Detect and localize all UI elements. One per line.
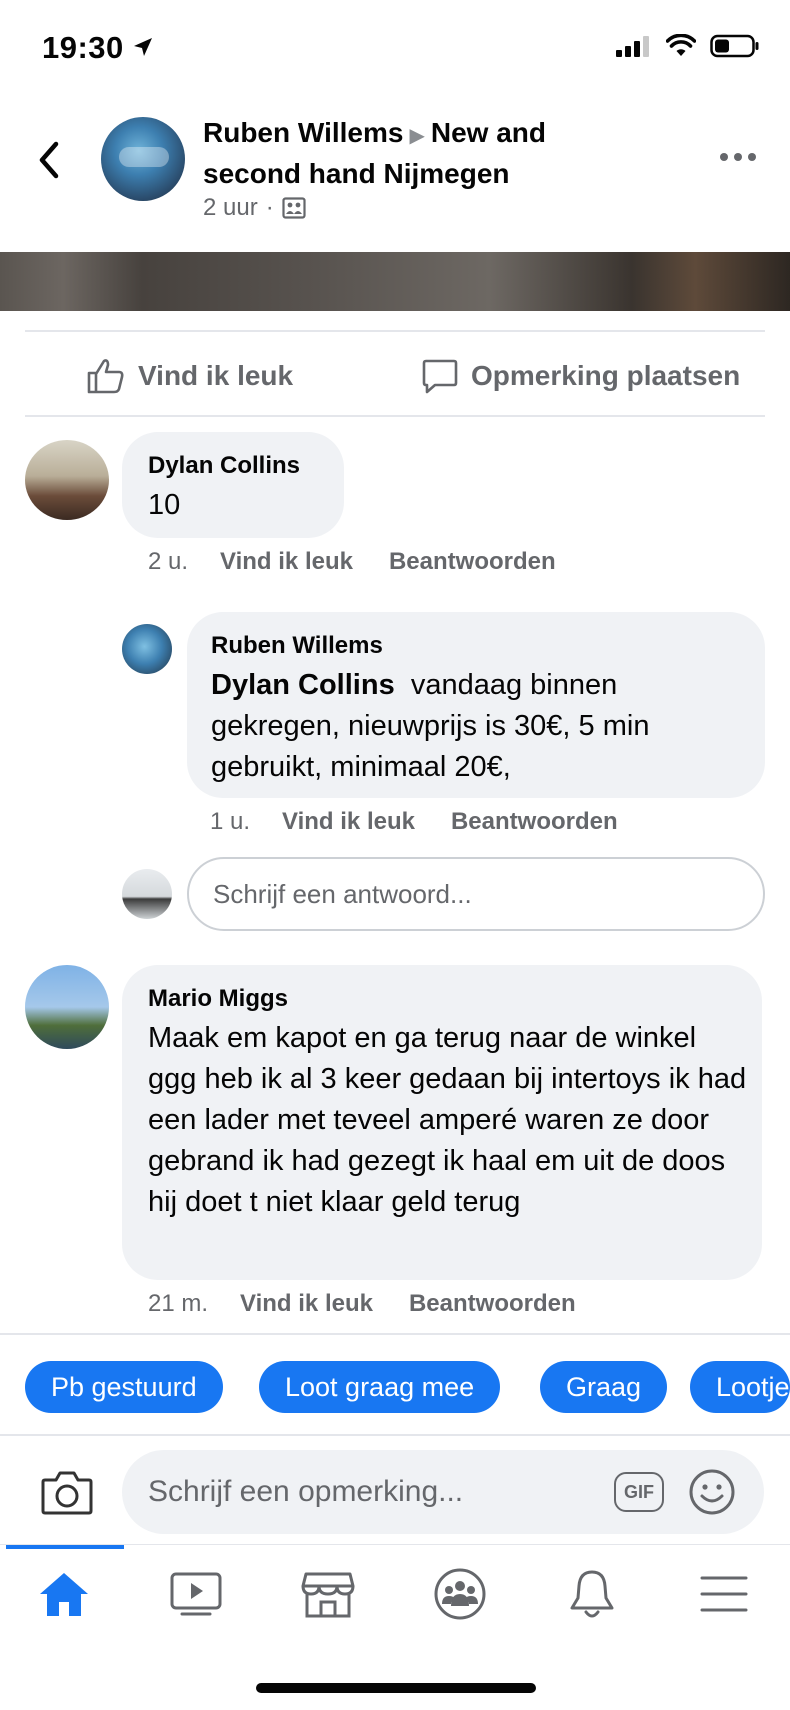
comment-label: Opmerking plaatsen	[471, 360, 741, 391]
comment-time[interactable]: 21 m.	[148, 1290, 208, 1318]
current-user-avatar	[122, 869, 172, 919]
divider	[0, 1333, 790, 1335]
post-time[interactable]: 2 uur	[203, 194, 258, 222]
triangle-icon: ▶	[409, 125, 425, 147]
comment-input[interactable]: Schrijf een opmerking...	[122, 1450, 764, 1534]
tab-home[interactable]	[36, 1566, 92, 1622]
commenter-name[interactable]: Dylan Collins	[148, 452, 300, 480]
divider	[25, 330, 765, 332]
quick-reply-chip[interactable]: Pb gestuurd	[25, 1361, 223, 1413]
active-tab-indicator	[6, 1545, 124, 1549]
reply-input[interactable]: Schrijf een antwoord...	[187, 857, 765, 931]
battery-icon	[710, 34, 759, 58]
tab-groups[interactable]	[432, 1566, 488, 1622]
groups-icon	[434, 1568, 486, 1620]
video-icon	[170, 1572, 222, 1616]
wifi-icon	[666, 34, 696, 56]
divider	[25, 415, 765, 417]
quick-reply-chip[interactable]: Graag	[540, 1361, 668, 1413]
reply-meta: 1 u. Vind ik leuk Beantwoorden	[210, 808, 618, 836]
comment-text: 10	[148, 489, 181, 521]
mention-link[interactable]: Dylan Collins	[211, 669, 395, 701]
post-meta: 2 uur ·	[203, 194, 306, 222]
notifications-icon	[570, 1570, 614, 1618]
post-image[interactable]	[0, 252, 790, 311]
meta-separator: ·	[265, 194, 274, 221]
comment-text: Maak em kapot en ga terug naar de winkel…	[148, 1022, 747, 1218]
back-icon[interactable]	[34, 140, 64, 180]
comment-reply-link[interactable]: Beantwoorden	[389, 548, 556, 576]
reply-author-name[interactable]: Ruben Willems	[211, 632, 383, 660]
tab-marketplace[interactable]	[300, 1566, 356, 1622]
comment-bubble-icon	[422, 359, 458, 394]
gif-button[interactable]: GIF	[614, 1472, 664, 1512]
comment-button[interactable]: Opmerking plaatsen	[421, 357, 740, 395]
author-avatar[interactable]	[101, 117, 185, 201]
divider	[0, 1434, 790, 1436]
comment-like-link[interactable]: Vind ik leuk	[220, 548, 353, 576]
commenter-avatar[interactable]	[25, 965, 109, 1049]
reply-author-avatar[interactable]	[122, 624, 172, 674]
more-options-icon[interactable]	[720, 153, 756, 161]
comment-like-link[interactable]: Vind ik leuk	[240, 1290, 373, 1318]
signal-icon	[616, 36, 649, 57]
camera-icon[interactable]	[40, 1468, 94, 1516]
emoji-icon[interactable]	[688, 1468, 736, 1516]
tab-menu[interactable]	[696, 1566, 752, 1622]
location-arrow-icon	[134, 38, 152, 56]
quick-reply-chip[interactable]: Loot graag mee	[259, 1361, 501, 1413]
comment-reply-link[interactable]: Beantwoorden	[409, 1290, 576, 1318]
like-label: Vind ik leuk	[138, 360, 294, 391]
reply-like-link[interactable]: Vind ik leuk	[282, 808, 415, 836]
comment-meta: 21 m. Vind ik leuk Beantwoorden	[148, 1290, 576, 1318]
home-indicator	[256, 1683, 536, 1693]
marketplace-icon	[301, 1572, 355, 1618]
tab-video[interactable]	[168, 1566, 224, 1622]
author-name[interactable]: Ruben Willems	[203, 117, 403, 148]
home-icon	[40, 1573, 88, 1616]
commenter-name[interactable]: Mario Miggs	[148, 985, 288, 1013]
like-button[interactable]: Vind ik leuk	[86, 357, 293, 395]
reply-text: Dylan Collins vandaag binnen gekregen, n…	[211, 665, 741, 788]
comment-bubble: Mario Miggs Maak em kapot en ga terug na…	[122, 965, 762, 1280]
status-icons	[616, 34, 760, 58]
reply-bubble: Ruben Willems Dylan Collins vandaag binn…	[187, 612, 765, 798]
like-thumb-icon	[87, 359, 124, 394]
status-time: 19:30	[42, 30, 124, 65]
commenter-avatar[interactable]	[25, 440, 109, 520]
reply-reply-link[interactable]: Beantwoorden	[451, 808, 618, 836]
quick-reply-chip[interactable]: Lootje	[690, 1361, 790, 1413]
comment-bubble: Dylan Collins 10	[122, 432, 344, 538]
menu-icon	[700, 1576, 748, 1612]
comment-time[interactable]: 2 u.	[148, 548, 188, 576]
post-header-title: Ruben Willems ▶ New and second hand Nijmeg…	[203, 114, 633, 192]
comment-meta: 2 u. Vind ik leuk Beantwoorden	[148, 548, 556, 576]
tab-notifications[interactable]	[564, 1566, 620, 1622]
reply-time[interactable]: 1 u.	[210, 808, 250, 836]
group-privacy-icon	[282, 197, 306, 219]
